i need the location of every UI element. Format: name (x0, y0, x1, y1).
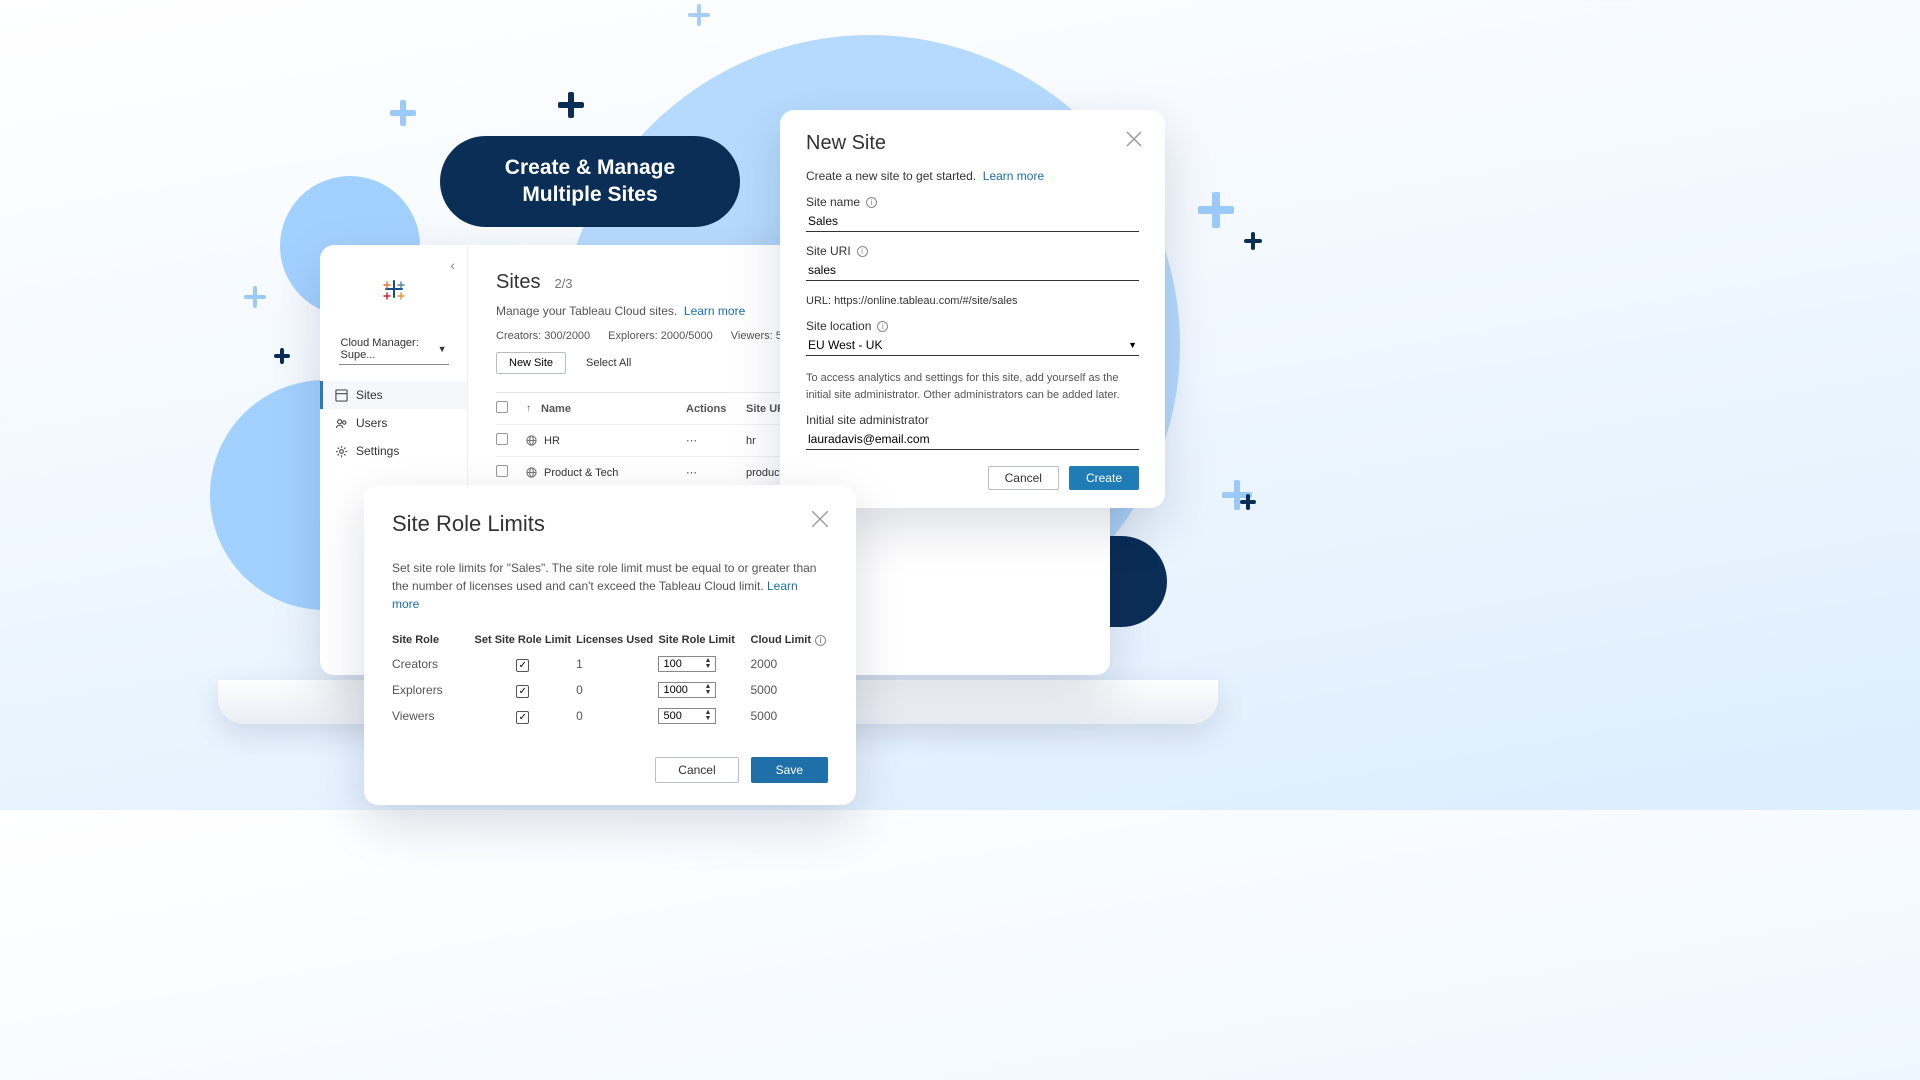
role-row: Viewers ✓ 0 500▲▼ 5000 (392, 703, 828, 729)
row-checkbox[interactable] (496, 465, 508, 477)
info-icon[interactable]: i (877, 321, 888, 332)
caret-down-icon: ▼ (438, 344, 447, 354)
col-cloud-header: Cloud Limit (751, 634, 812, 646)
header-checkbox[interactable] (496, 401, 508, 413)
col-set-header: Set Site Role Limit (470, 634, 577, 646)
save-button[interactable]: Save (751, 757, 828, 783)
role-table: Site Role Set Site Role Limit Licenses U… (392, 629, 828, 729)
select-all-link[interactable]: Select All (586, 357, 631, 369)
sidebar-item-label: Users (356, 416, 387, 430)
plus-icon (1198, 192, 1234, 228)
site-name-input[interactable] (806, 211, 1139, 232)
row-checkbox[interactable] (496, 433, 508, 445)
set-limit-checkbox[interactable]: ✓ (516, 711, 529, 724)
learn-more-link[interactable]: Learn more (983, 169, 1044, 183)
page-title: Sites (496, 271, 540, 294)
col-limit-header: Site Role Limit (658, 634, 750, 646)
info-icon[interactable]: i (857, 246, 868, 257)
set-limit-checkbox[interactable]: ✓ (516, 685, 529, 698)
plus-icon (688, 4, 710, 26)
role-name: Viewers (392, 709, 470, 723)
set-limit-checkbox[interactable]: ✓ (516, 659, 529, 672)
cloud-limit: 5000 (751, 683, 829, 697)
role-row: Explorers ✓ 0 1000▲▼ 5000 (392, 677, 828, 703)
limit-input[interactable]: 500▲▼ (658, 708, 716, 724)
modal-title: New Site (806, 132, 1139, 155)
role-row: Creators ✓ 1 100▲▼ 2000 (392, 651, 828, 677)
site-count: 2/3 (554, 276, 572, 291)
role-desc: Set site role limits for "Sales". The si… (392, 561, 816, 593)
sort-arrow-icon[interactable]: ↑ (526, 403, 531, 414)
info-icon[interactable]: i (815, 635, 826, 646)
admin-label: Initial site administrator (806, 413, 929, 427)
modal-intro: Create a new site to get started. (806, 169, 976, 183)
cloud-limit: 5000 (751, 709, 829, 723)
caret-down-icon: ▼ (1128, 340, 1137, 350)
sidebar-item-sites[interactable]: Sites (320, 381, 467, 409)
limit-input[interactable]: 1000▲▼ (658, 682, 716, 698)
site-uri-label: Site URI (806, 244, 851, 258)
close-icon[interactable] (810, 509, 830, 534)
sidebar-item-label: Settings (356, 444, 399, 458)
site-location-select[interactable]: EU West - UK ▼ (806, 335, 1139, 356)
stepper-icon[interactable]: ▲▼ (705, 710, 712, 722)
site-icon (526, 467, 538, 479)
row-actions-icon[interactable]: ⋯ (686, 467, 698, 479)
stat-explorers: Explorers: 2000/5000 (608, 330, 713, 342)
col-role-header: Site Role (392, 634, 470, 646)
cloud-limit: 2000 (751, 657, 829, 671)
licenses-used: 1 (576, 657, 658, 671)
admin-help-text: To access analytics and settings for thi… (806, 370, 1139, 403)
plus-icon (1240, 494, 1256, 510)
dropdown-label: Cloud Manager: Supe... (341, 337, 438, 361)
site-icon (526, 435, 538, 447)
site-location-value: EU West - UK (808, 338, 882, 352)
new-site-button[interactable]: New Site (496, 352, 566, 374)
users-icon (334, 416, 348, 430)
site-name[interactable]: HR (544, 435, 560, 447)
tableau-logo-icon (378, 273, 410, 310)
new-site-modal: New Site Create a new site to get starte… (780, 110, 1165, 508)
stepper-icon[interactable]: ▲▼ (705, 684, 712, 696)
admin-input[interactable] (806, 429, 1139, 450)
modal-title: Site Role Limits (392, 511, 828, 537)
role-limits-modal: Site Role Limits Set site role limits fo… (364, 485, 856, 805)
licenses-used: 0 (576, 709, 658, 723)
role-name: Explorers (392, 683, 470, 697)
col-actions-header: Actions (686, 403, 746, 415)
sites-icon (334, 388, 348, 402)
cancel-button[interactable]: Cancel (988, 466, 1059, 490)
col-name-header[interactable]: Name (541, 403, 571, 415)
site-name-label: Site name (806, 195, 860, 209)
col-used-header: Licenses Used (576, 634, 658, 646)
close-icon[interactable] (1125, 130, 1143, 153)
sidebar-item-label: Sites (356, 388, 383, 402)
info-icon[interactable]: i (866, 197, 877, 208)
stat-creators: Creators: 300/2000 (496, 330, 590, 342)
limit-input[interactable]: 100▲▼ (658, 656, 716, 672)
stepper-icon[interactable]: ▲▼ (705, 658, 712, 670)
learn-more-link[interactable]: Learn more (684, 304, 745, 318)
create-button[interactable]: Create (1069, 466, 1139, 490)
cancel-button[interactable]: Cancel (655, 757, 738, 783)
callout-create: Create & Manage Multiple Sites (440, 136, 740, 227)
plus-icon (1244, 232, 1262, 250)
callout-create-text: Create & Manage Multiple Sites (505, 154, 675, 209)
sidebar-item-users[interactable]: Users (320, 409, 467, 437)
plus-icon (274, 348, 290, 364)
site-uri-input[interactable] (806, 260, 1139, 281)
collapse-sidebar-icon[interactable]: ‹ (450, 257, 455, 273)
role-name: Creators (392, 657, 470, 671)
sidebar-item-settings[interactable]: Settings (320, 437, 467, 465)
plus-icon (244, 286, 266, 308)
plus-icon (390, 100, 416, 126)
licenses-used: 0 (576, 683, 658, 697)
row-actions-icon[interactable]: ⋯ (686, 435, 698, 447)
plus-icon (558, 92, 584, 118)
site-location-label: Site location (806, 319, 871, 333)
url-preview: URL: https://online.tableau.com/#/site/s… (806, 295, 1139, 307)
gear-icon (334, 444, 348, 458)
cloud-manager-dropdown[interactable]: Cloud Manager: Supe... ▼ (339, 334, 449, 365)
site-name[interactable]: Product & Tech (544, 467, 618, 479)
